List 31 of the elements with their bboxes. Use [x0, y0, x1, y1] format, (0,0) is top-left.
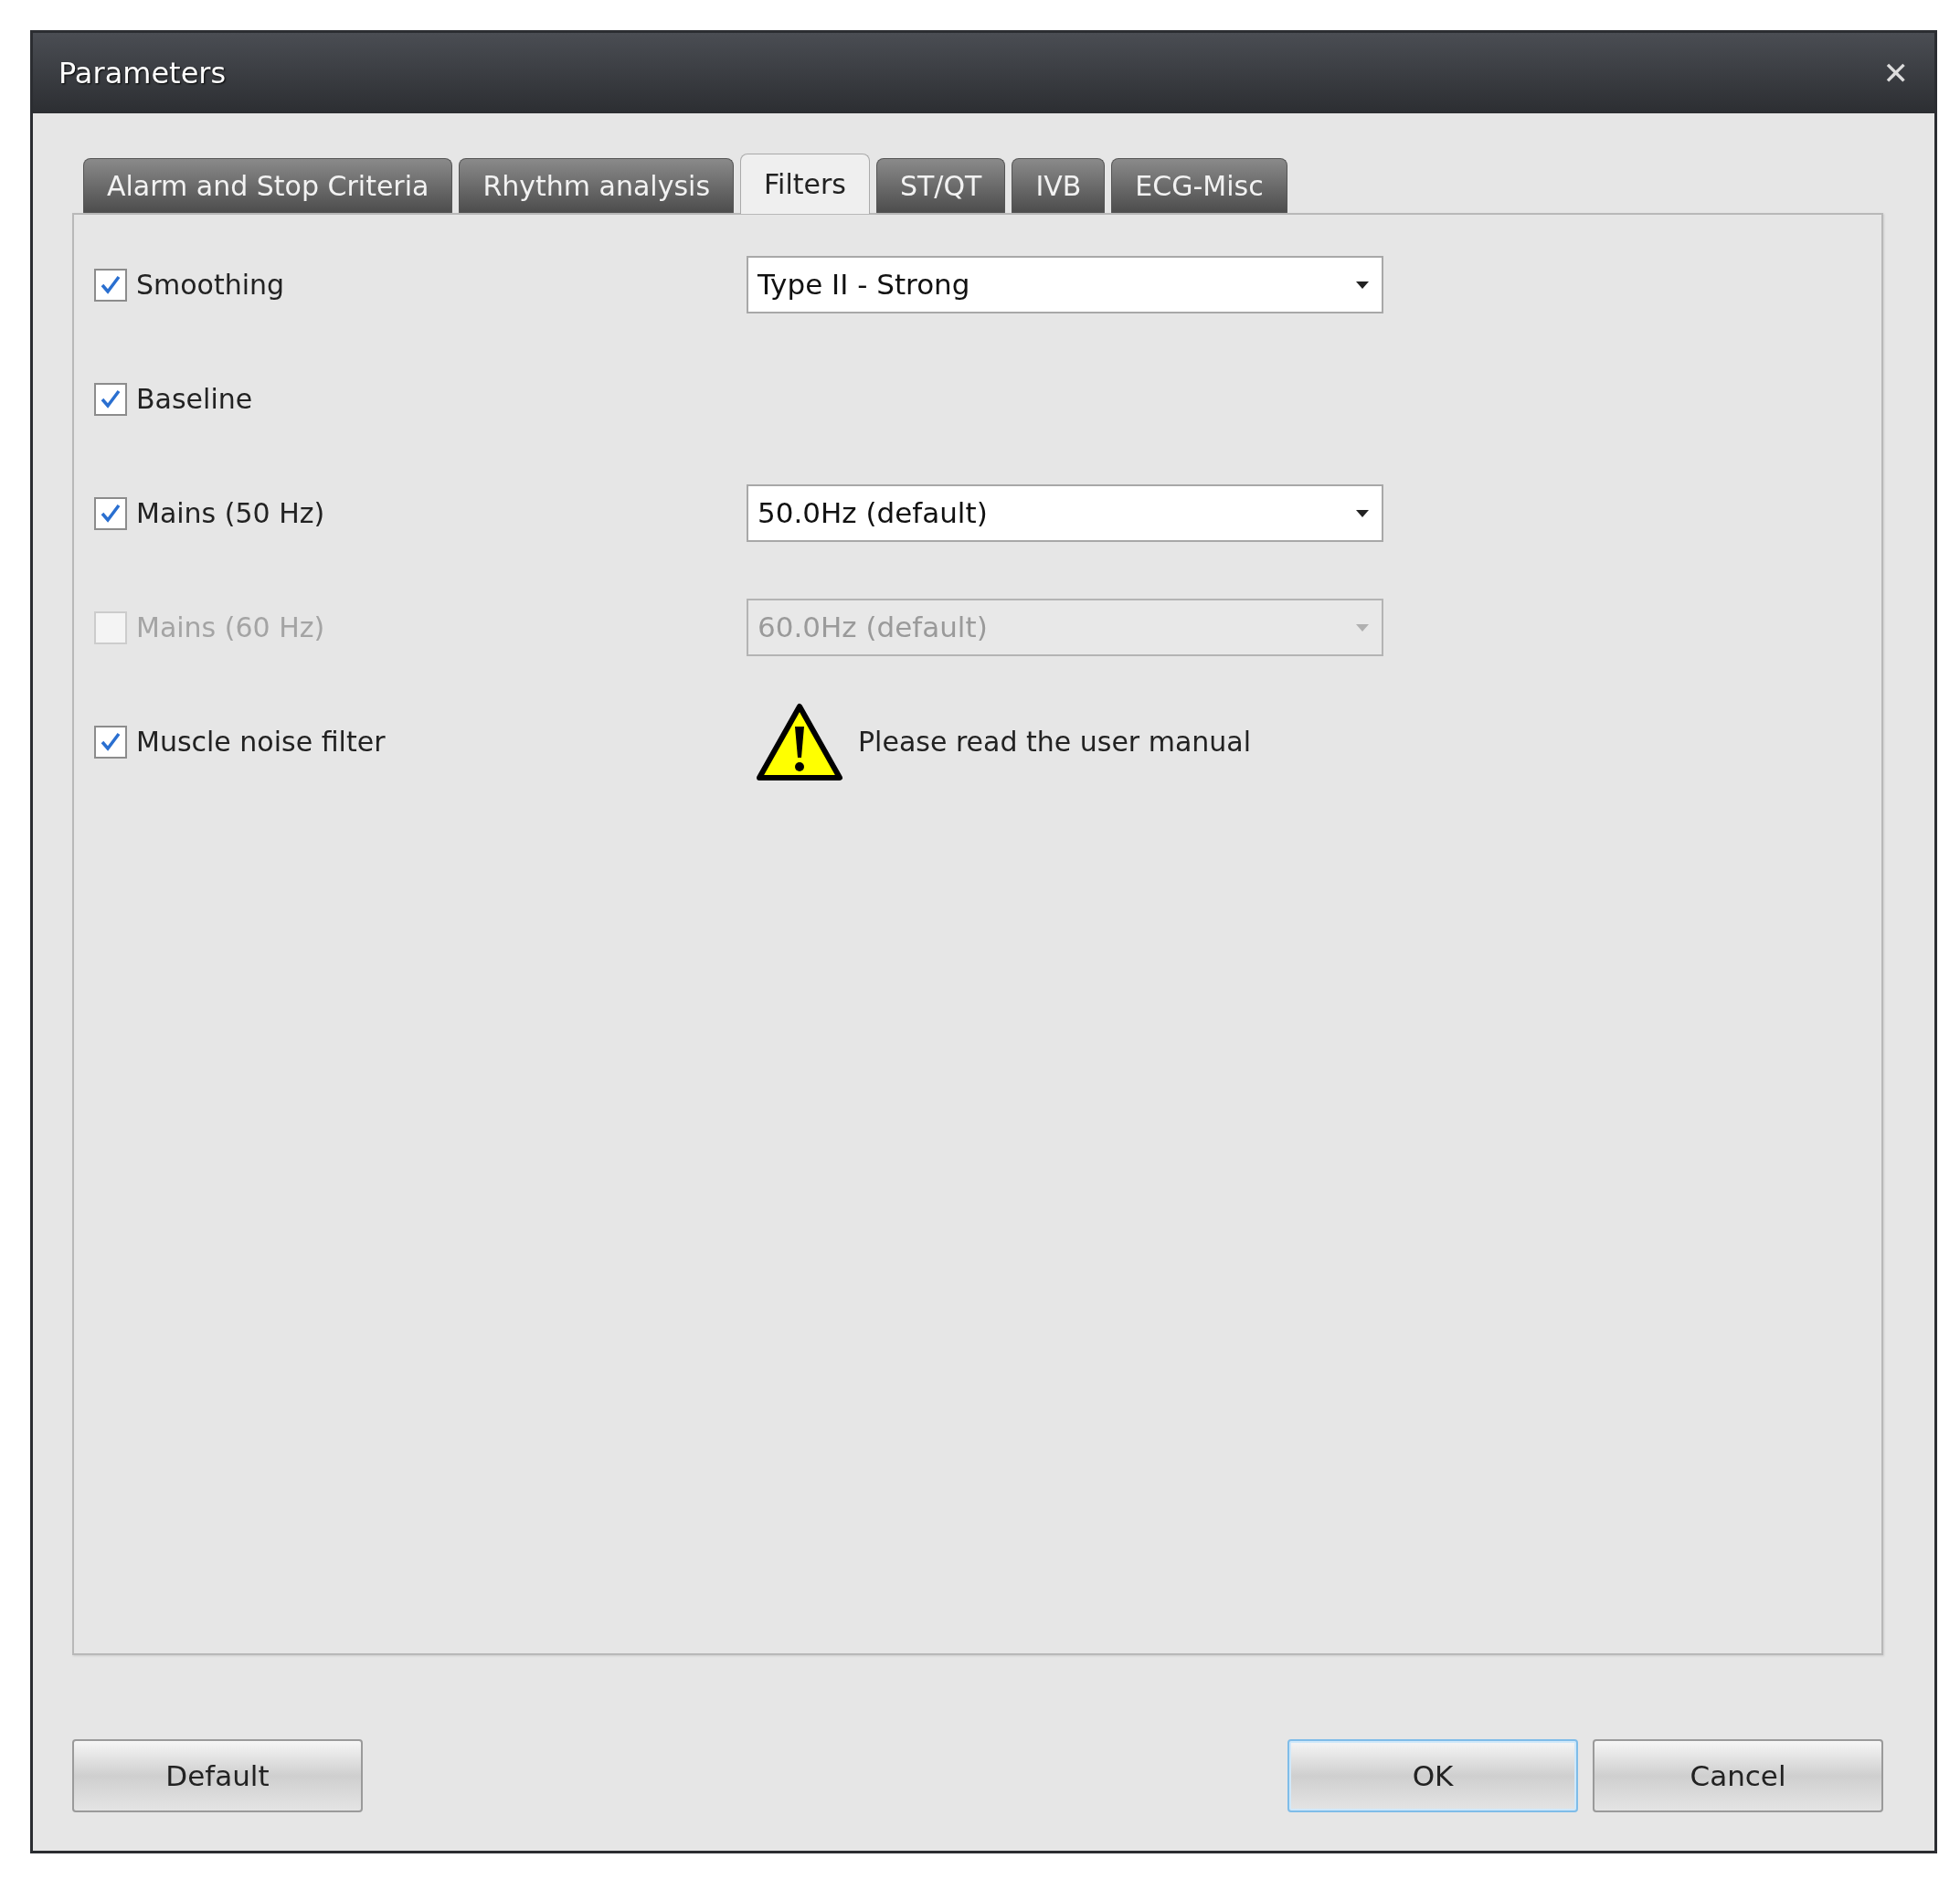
checkbox-label: Muscle noise filter — [136, 725, 386, 759]
checkbox[interactable] — [94, 725, 127, 759]
checkbox-label: Smoothing — [136, 268, 285, 303]
tab[interactable]: Alarm and Stop Criteria — [83, 158, 453, 213]
tab[interactable]: IVB — [1012, 158, 1106, 213]
dropdown[interactable]: 50.0Hz (default) — [747, 484, 1383, 542]
caret-icon — [1356, 509, 1369, 517]
checkbox[interactable] — [94, 268, 127, 302]
dropdown[interactable]: Type II - Strong — [747, 256, 1383, 313]
window-title: Parameters — [58, 55, 227, 92]
warning-message: Please read the user manual — [858, 725, 1252, 759]
close-button[interactable]: ✕ — [1875, 49, 1916, 97]
checkbox-label: Mains (60 Hz) — [136, 611, 325, 645]
checkmark-icon — [100, 502, 122, 525]
tab[interactable]: Filters — [740, 154, 870, 214]
checkbox[interactable] — [94, 496, 127, 530]
checkmark-icon — [100, 388, 122, 410]
dialog-button[interactable]: OK — [1287, 1739, 1578, 1812]
checkbox-label: Mains (50 Hz) — [136, 496, 325, 531]
warning-icon — [756, 702, 843, 781]
caret-icon — [1356, 623, 1369, 632]
dialog-button[interactable]: Cancel — [1593, 1739, 1883, 1812]
checkbox-label: Baseline — [136, 382, 253, 417]
checkmark-icon — [100, 730, 122, 753]
tab[interactable]: ST/QT — [876, 158, 1006, 213]
checkmark-icon — [100, 273, 122, 296]
dialog-button[interactable]: Default — [72, 1739, 363, 1812]
checkbox[interactable] — [94, 382, 127, 416]
caret-icon — [1356, 281, 1369, 289]
tab[interactable]: Rhythm analysis — [459, 158, 735, 213]
tab[interactable]: ECG-Misc — [1111, 158, 1287, 213]
